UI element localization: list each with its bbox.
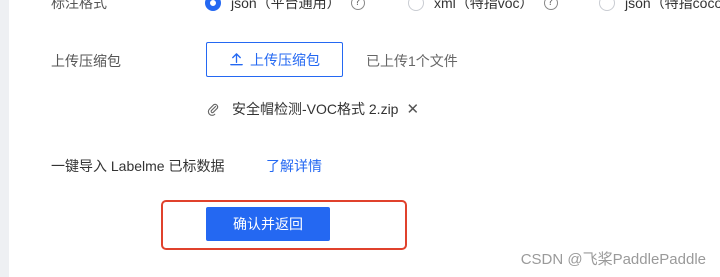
remove-file-icon[interactable]: ✕: [406, 100, 419, 118]
labelme-import-label: 一键导入 Labelme 已标数据: [51, 158, 225, 174]
watermark: CSDN @飞桨PaddlePaddle: [520, 251, 706, 268]
format-option-json-coco[interactable]: json（特指coco）: [599, 0, 720, 13]
paperclip-icon: [207, 103, 219, 116]
upload-archive-button[interactable]: 上传压缩包: [206, 42, 343, 77]
format-option-label: json（平台通用）: [231, 0, 341, 11]
radio-unchecked-icon[interactable]: [599, 0, 615, 11]
help-icon[interactable]: ?: [543, 0, 558, 10]
left-panel-edge: [0, 0, 9, 277]
uploaded-file-item: 安全帽检测-VOC格式 2.zip ✕: [206, 98, 419, 120]
format-option-label: xml（特指voc）: [434, 0, 534, 11]
annotation-format-label: 标注格式: [51, 0, 107, 11]
confirm-and-return-button[interactable]: 确认并返回: [206, 207, 330, 241]
upload-button-label: 上传压缩包: [250, 51, 320, 68]
format-option-json-platform[interactable]: json（平台通用） ?: [205, 0, 365, 13]
annotation-format-row: 标注格式 json（平台通用） ? xml（特指voc） ? json（特指co…: [51, 0, 720, 15]
format-option-xml-voc[interactable]: xml（特指voc） ?: [408, 0, 558, 13]
radio-checked-icon[interactable]: [205, 0, 221, 11]
upload-status-text: 已上传1个文件: [366, 53, 458, 69]
learn-more-link[interactable]: 了解详情: [266, 156, 322, 176]
upload-icon: [230, 53, 243, 66]
help-icon[interactable]: ?: [350, 0, 365, 10]
format-option-label: json（特指coco）: [625, 0, 720, 11]
file-name: 安全帽检测-VOC格式 2.zip: [232, 101, 399, 117]
radio-unchecked-icon[interactable]: [408, 0, 424, 11]
upload-label: 上传压缩包: [51, 53, 121, 69]
